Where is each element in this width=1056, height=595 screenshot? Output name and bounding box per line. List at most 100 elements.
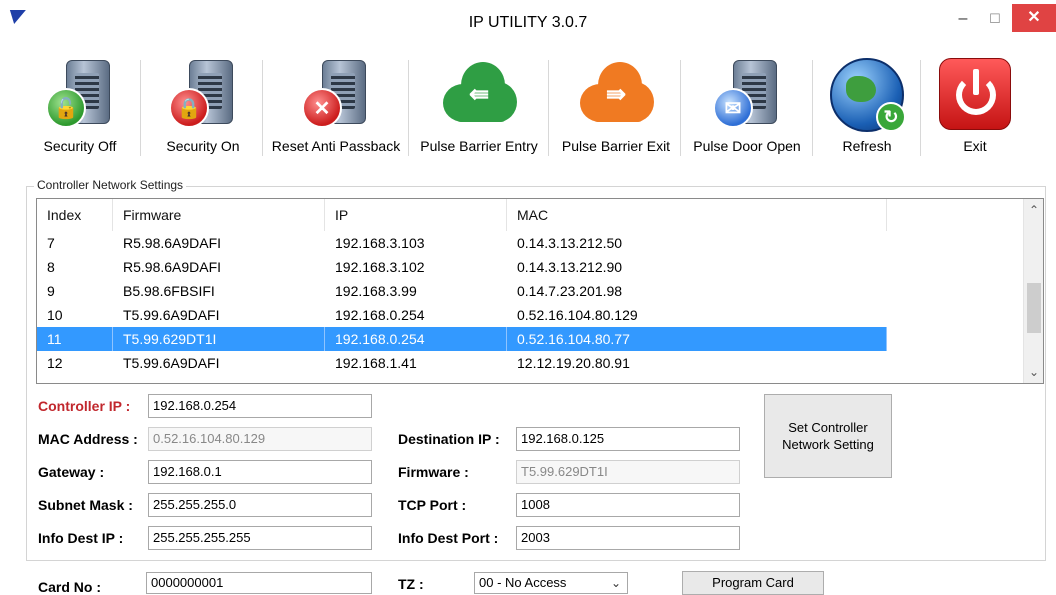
tz-label: TZ :	[398, 576, 424, 592]
cell-index: 8	[47, 259, 55, 275]
pulse-door-open-label: Pulse Door Open	[693, 138, 801, 154]
list-row[interactable]: 9 B5.98.6FBSIFI 192.168.3.99 0.14.7.23.2…	[37, 279, 887, 303]
chevron-down-icon: ⌄	[610, 576, 621, 590]
cell-index: 9	[47, 283, 55, 299]
controller-ip-label: Controller IP :	[38, 398, 131, 414]
refresh-button[interactable]: ↻ Refresh	[822, 52, 912, 160]
card-no-label: Card No :	[38, 579, 101, 595]
list-header: Index Firmware IP MAC	[37, 199, 1025, 231]
cell-firmware: T5.99.6A9DAFI	[123, 355, 220, 371]
server-unlock-icon: 🔓	[44, 58, 116, 130]
close-button[interactable]: ✕	[1012, 4, 1056, 32]
scroll-thumb[interactable]	[1027, 283, 1041, 333]
server-lock-icon: 🔒	[167, 58, 239, 130]
toolbar-separator	[140, 60, 141, 156]
toolbar-separator	[812, 60, 813, 156]
column-header-firmware[interactable]: Firmware	[113, 199, 325, 231]
info-dest-port-label: Info Dest Port :	[398, 530, 499, 546]
cell-ip: 192.168.3.99	[335, 283, 417, 299]
cell-firmware: R5.98.6A9DAFI	[123, 235, 222, 251]
cell-mac: 0.14.3.13.212.50	[517, 235, 623, 251]
maximize-button[interactable]: ☐	[982, 6, 1008, 32]
scroll-up-icon[interactable]: ⌃	[1024, 203, 1044, 217]
minimize-button[interactable]: –	[950, 6, 976, 32]
cell-firmware: T5.99.629DT1I	[113, 327, 325, 351]
pulse-barrier-exit-button[interactable]: ⇛ Pulse Barrier Exit	[556, 52, 676, 160]
power-icon	[939, 58, 1011, 130]
reset-anti-passback-label: Reset Anti Passback	[271, 138, 401, 154]
group-title: Controller Network Settings	[34, 178, 187, 192]
list-row[interactable]: 8 R5.98.6A9DAFI 192.168.3.102 0.14.3.13.…	[37, 255, 887, 279]
list-scrollbar[interactable]: ⌃ ⌄	[1023, 199, 1043, 383]
subnet-mask-label: Subnet Mask :	[38, 497, 133, 513]
cell-mac: 0.14.3.13.212.90	[517, 259, 623, 275]
column-header-ip[interactable]: IP	[325, 199, 507, 231]
cell-ip: 192.168.3.103	[335, 235, 425, 251]
info-dest-ip-label: Info Dest IP :	[38, 530, 124, 546]
cell-mac: 0.52.16.104.80.77	[507, 327, 887, 351]
security-off-label: Security Off	[43, 138, 117, 154]
cell-firmware: T5.99.6A9DAFI	[123, 307, 220, 323]
pulse-barrier-entry-label: Pulse Barrier Entry	[420, 138, 538, 154]
controller-ip-input[interactable]: 192.168.0.254	[148, 394, 372, 418]
info-dest-port-input[interactable]: 2003	[516, 526, 740, 550]
toolbar-separator	[262, 60, 263, 156]
security-on-button[interactable]: 🔒 Security On	[154, 52, 252, 160]
gateway-label: Gateway :	[38, 464, 105, 480]
security-on-label: Security On	[166, 138, 240, 154]
cell-mac: 0.14.7.23.201.98	[517, 283, 623, 299]
set-controller-network-setting-button[interactable]: Set Controller Network Setting	[764, 394, 892, 478]
column-header-mac[interactable]: MAC	[507, 199, 887, 231]
cell-ip: 192.168.1.41	[335, 355, 417, 371]
program-card-button[interactable]: Program Card	[682, 571, 824, 595]
cell-index: 7	[47, 235, 55, 251]
toolbar-separator	[680, 60, 681, 156]
pulse-barrier-exit-label: Pulse Barrier Exit	[561, 138, 671, 154]
firmware-field: T5.99.629DT1I	[516, 460, 740, 484]
pulse-door-open-button[interactable]: ✉ Pulse Door Open	[686, 52, 808, 160]
refresh-label: Refresh	[842, 138, 892, 154]
cell-mac: 0.52.16.104.80.129	[517, 307, 638, 323]
controller-list[interactable]: Index Firmware IP MAC 7 R5.98.6A9DAFI 19…	[36, 198, 1044, 384]
subnet-mask-input[interactable]: 255.255.255.0	[148, 493, 372, 517]
mac-address-field: 0.52.16.104.80.129	[148, 427, 372, 451]
firmware-label: Firmware :	[398, 464, 469, 480]
server-reset-icon: ✕	[300, 58, 372, 130]
barrier-exit-icon: ⇛	[576, 58, 656, 128]
tz-selected-value: 00 - No Access	[479, 575, 567, 590]
cell-ip: 192.168.0.254	[325, 327, 507, 351]
destination-ip-input[interactable]: 192.168.0.125	[516, 427, 740, 451]
window-title: IP UTILITY 3.0.7	[468, 14, 588, 31]
tcp-port-input[interactable]: 1008	[516, 493, 740, 517]
tcp-port-label: TCP Port :	[398, 497, 467, 513]
toolbar: 🔓 Security Off 🔒 Security On ✕ Reset Ant…	[26, 52, 1056, 162]
exit-button[interactable]: Exit	[934, 52, 1016, 160]
card-no-input[interactable]: 0000000001	[146, 572, 372, 594]
tz-select[interactable]: 00 - No Access ⌄	[474, 572, 628, 594]
cell-index: 12	[47, 355, 63, 371]
cell-ip: 192.168.0.254	[335, 307, 425, 323]
cell-index: 10	[47, 307, 63, 323]
cell-firmware: R5.98.6A9DAFI	[123, 259, 222, 275]
gateway-input[interactable]: 192.168.0.1	[148, 460, 372, 484]
scroll-down-icon[interactable]: ⌄	[1024, 365, 1044, 379]
list-row[interactable]: 12 T5.99.6A9DAFI 192.168.1.41 12.12.19.2…	[37, 351, 887, 375]
list-row-selected[interactable]: 11 T5.99.629DT1I 192.168.0.254 0.52.16.1…	[37, 327, 887, 351]
title-bar: IP UTILITY 3.0.7 – ☐ ✕	[0, 0, 1056, 46]
destination-ip-label: Destination IP :	[398, 431, 500, 447]
pulse-barrier-entry-button[interactable]: ⇚ Pulse Barrier Entry	[416, 52, 542, 160]
column-header-index[interactable]: Index	[37, 199, 113, 231]
globe-refresh-icon: ↻	[830, 58, 906, 132]
cell-mac: 12.12.19.20.80.91	[517, 355, 630, 371]
reset-anti-passback-button[interactable]: ✕ Reset Anti Passback	[268, 52, 404, 160]
toolbar-separator	[548, 60, 549, 156]
list-row[interactable]: 7 R5.98.6A9DAFI 192.168.3.103 0.14.3.13.…	[37, 231, 887, 255]
exit-label: Exit	[963, 138, 987, 154]
toolbar-separator	[408, 60, 409, 156]
security-off-button[interactable]: 🔓 Security Off	[32, 52, 128, 160]
toolbar-separator	[920, 60, 921, 156]
info-dest-ip-input[interactable]: 255.255.255.255	[148, 526, 372, 550]
cell-index: 11	[37, 327, 113, 351]
cell-firmware: B5.98.6FBSIFI	[123, 283, 215, 299]
list-row[interactable]: 10 T5.99.6A9DAFI 192.168.0.254 0.52.16.1…	[37, 303, 887, 327]
